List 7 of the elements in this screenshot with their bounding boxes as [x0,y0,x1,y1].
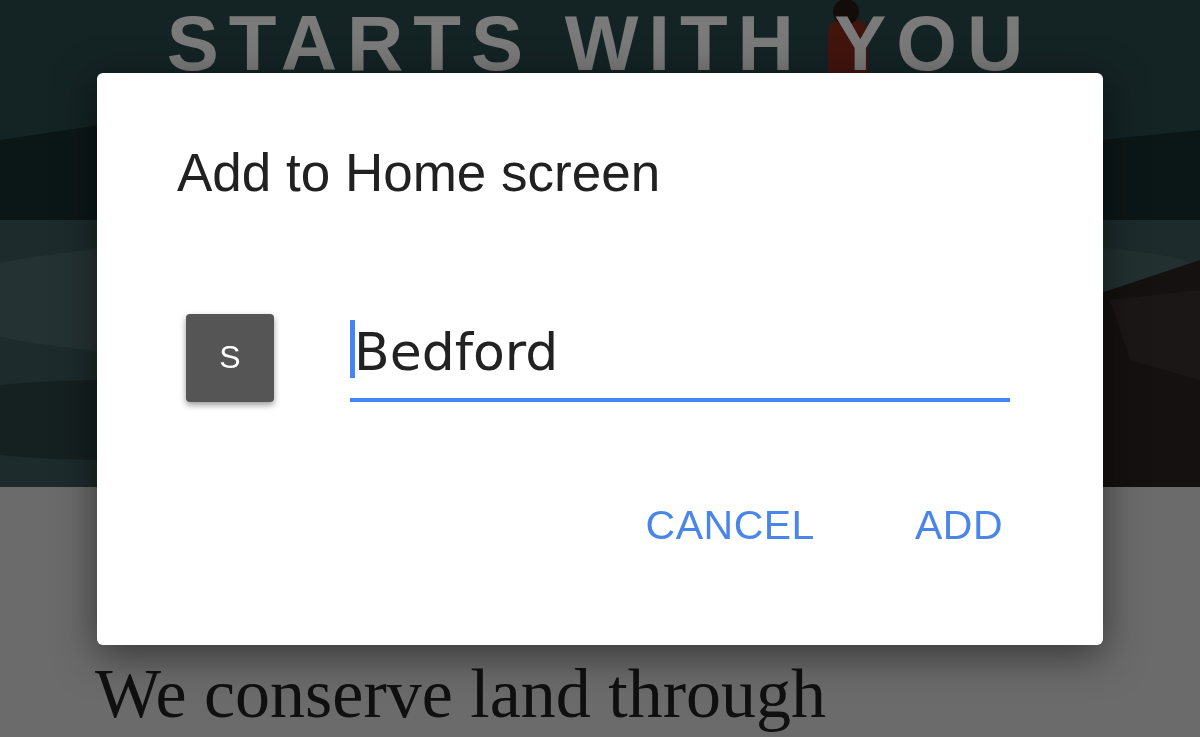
app-icon: S [186,313,274,402]
dialog-button[interactable]: CANCEL [625,495,835,555]
body-text: We conserve land through [95,655,827,732]
dialog-button[interactable]: ADD [894,495,1023,555]
dialog-title: Add to Home screen [177,143,661,204]
text-cursor [350,319,355,378]
hero-heading: STARTS WITH YOU [166,4,1034,82]
